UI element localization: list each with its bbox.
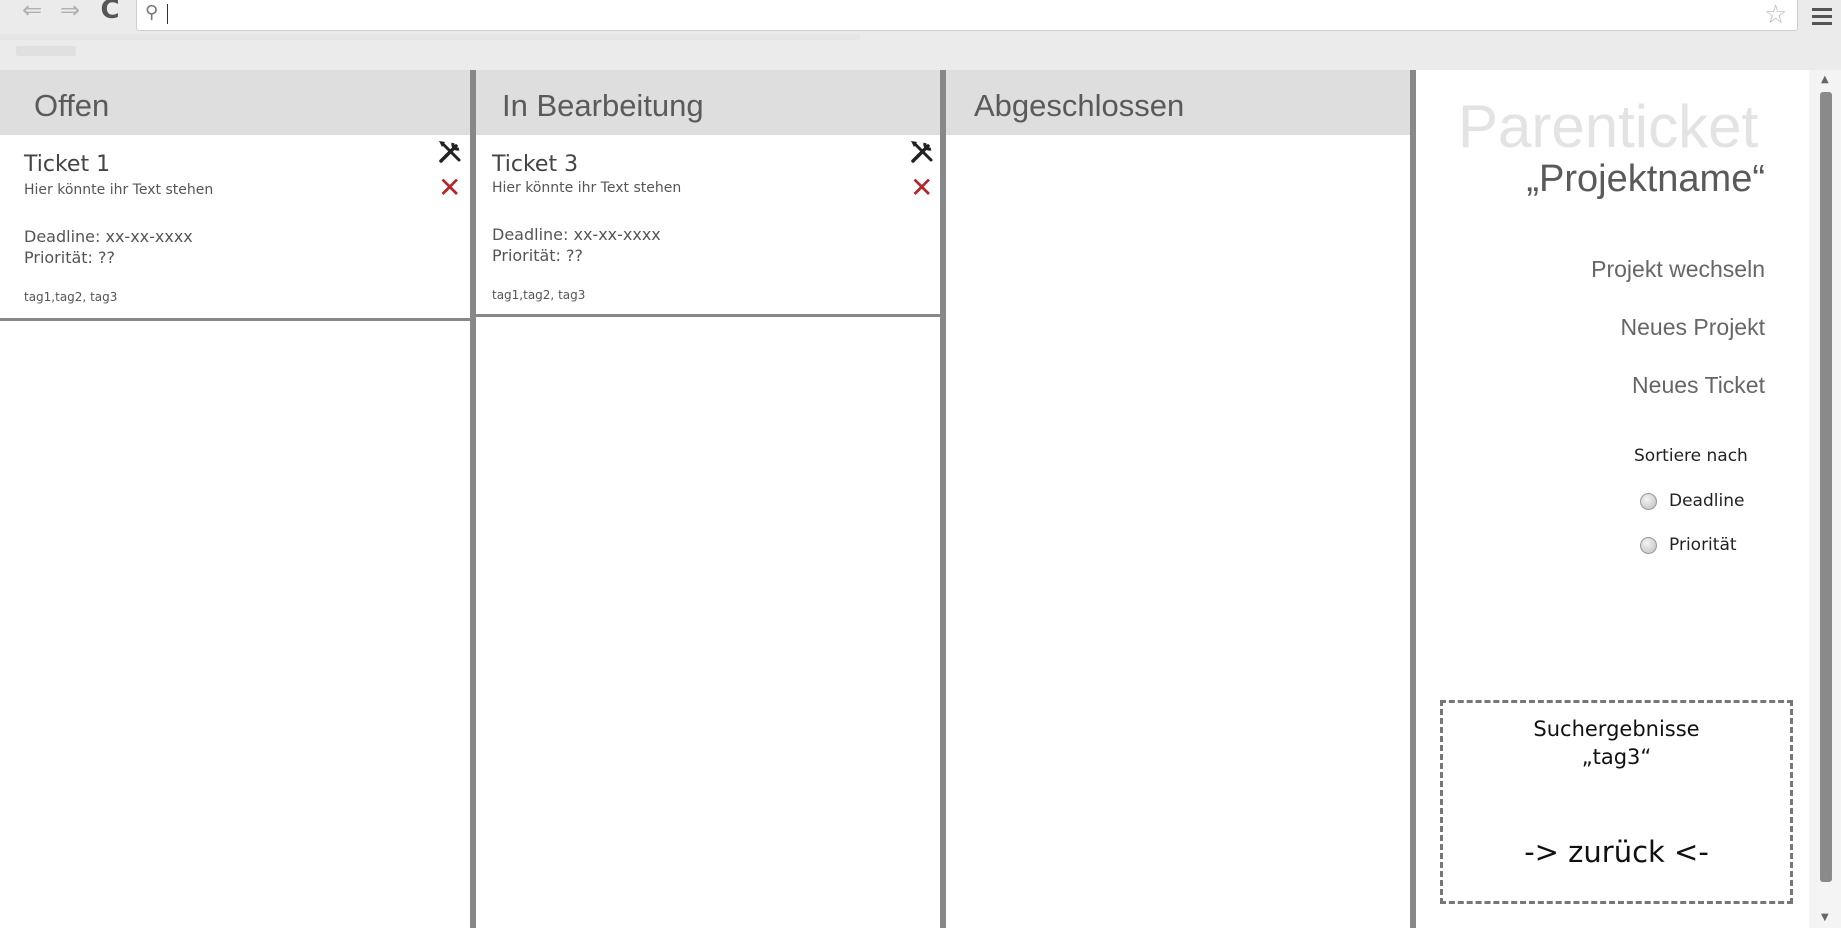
back-arrow-icon[interactable]: ⇐: [18, 0, 46, 26]
column-title: In Bearbeitung: [502, 88, 704, 123]
column-header: Offen: [0, 70, 470, 135]
browser-toolbar: ⇐ ⇒ C ⚲ ☆: [0, 0, 1841, 71]
star-icon[interactable]: ☆: [1764, 2, 1787, 28]
ticket-deadline: Deadline: xx-xx-xxxx: [492, 225, 661, 244]
ticket-deadline: Deadline: xx-xx-xxxx: [24, 227, 193, 246]
ticket-card[interactable]: Ticket 3 Hier könnte ihr Text stehen Dea…: [476, 138, 940, 317]
ticket-title: Ticket 3: [492, 152, 579, 177]
scroll-down-icon[interactable]: ▼: [1821, 912, 1829, 923]
column-title: Offen: [34, 88, 110, 123]
magnifier-icon: ⚲: [145, 2, 159, 23]
ticket-description: Hier könnte ihr Text stehen: [24, 182, 214, 198]
sort-option-priority[interactable]: Priorität: [1640, 535, 1737, 555]
close-icon[interactable]: ✕: [438, 174, 461, 202]
radio-button[interactable]: [1640, 492, 1657, 510]
parent-ticket-title: Parenticket: [1458, 93, 1759, 160]
tools-icon[interactable]: [908, 138, 936, 166]
address-bar[interactable]: ⚲: [136, 0, 1798, 31]
ticket-card[interactable]: Ticket 1 Hier könnte ihr Text stehen Dea…: [0, 138, 470, 321]
column-done: Abgeschlossen: [946, 70, 1410, 928]
project-sidebar: Parenticket „Projektname“ Projekt wechse…: [1416, 70, 1809, 928]
sort-option-label: Deadline: [1669, 491, 1745, 511]
ticket-tags: tag1,tag2, tag3: [24, 290, 118, 304]
project-name: „Projektname“: [1526, 158, 1765, 200]
column-in-progress: In Bearbeitung Ticket 3 Hier könnte ihr …: [476, 70, 940, 928]
hamburger-menu-icon[interactable]: [1812, 8, 1832, 29]
text-caret: [167, 4, 168, 24]
search-term: „tag3“: [1581, 745, 1652, 769]
ticket-title: Ticket 1: [24, 152, 111, 177]
ticket-tags: tag1,tag2, tag3: [492, 288, 586, 302]
ticket-priority: Priorität: ??: [492, 246, 584, 265]
search-results-title: Suchergebnisse: [1533, 717, 1700, 741]
close-icon[interactable]: ✕: [910, 174, 933, 202]
reload-icon[interactable]: C: [96, 0, 124, 26]
ticket-board: Offen Ticket 1 Hier könnte ihr Text steh…: [0, 70, 1841, 928]
ticket-priority: Priorität: ??: [24, 248, 116, 267]
scroll-up-icon[interactable]: ▲: [1821, 74, 1829, 85]
new-ticket-link[interactable]: Neues Ticket: [1632, 372, 1765, 399]
back-link[interactable]: -> zurück <-: [1443, 835, 1790, 869]
new-project-link[interactable]: Neues Projekt: [1621, 314, 1765, 341]
forward-arrow-icon[interactable]: ⇒: [56, 0, 84, 26]
column-title: Abgeschlossen: [974, 88, 1185, 123]
sort-label: Sortiere nach: [1634, 446, 1748, 466]
tools-icon[interactable]: [436, 138, 464, 166]
column-header: Abgeschlossen: [946, 70, 1410, 135]
scroll-thumb[interactable]: [1820, 92, 1832, 882]
search-results-box: Suchergebnisse „tag3“ -> zurück <-: [1440, 700, 1793, 904]
ticket-description: Hier könnte ihr Text stehen: [492, 180, 682, 196]
sort-option-deadline[interactable]: Deadline: [1640, 491, 1744, 511]
radio-button[interactable]: [1640, 536, 1657, 554]
column-header: In Bearbeitung: [476, 70, 940, 135]
bookmark-bar: [0, 34, 860, 40]
sort-option-label: Priorität: [1669, 535, 1737, 555]
switch-project-link[interactable]: Projekt wechseln: [1591, 256, 1765, 283]
column-open: Offen Ticket 1 Hier könnte ihr Text steh…: [0, 70, 470, 928]
scrollbar[interactable]: ▲ ▼: [1809, 70, 1841, 928]
bookmark-item[interactable]: [16, 46, 76, 56]
